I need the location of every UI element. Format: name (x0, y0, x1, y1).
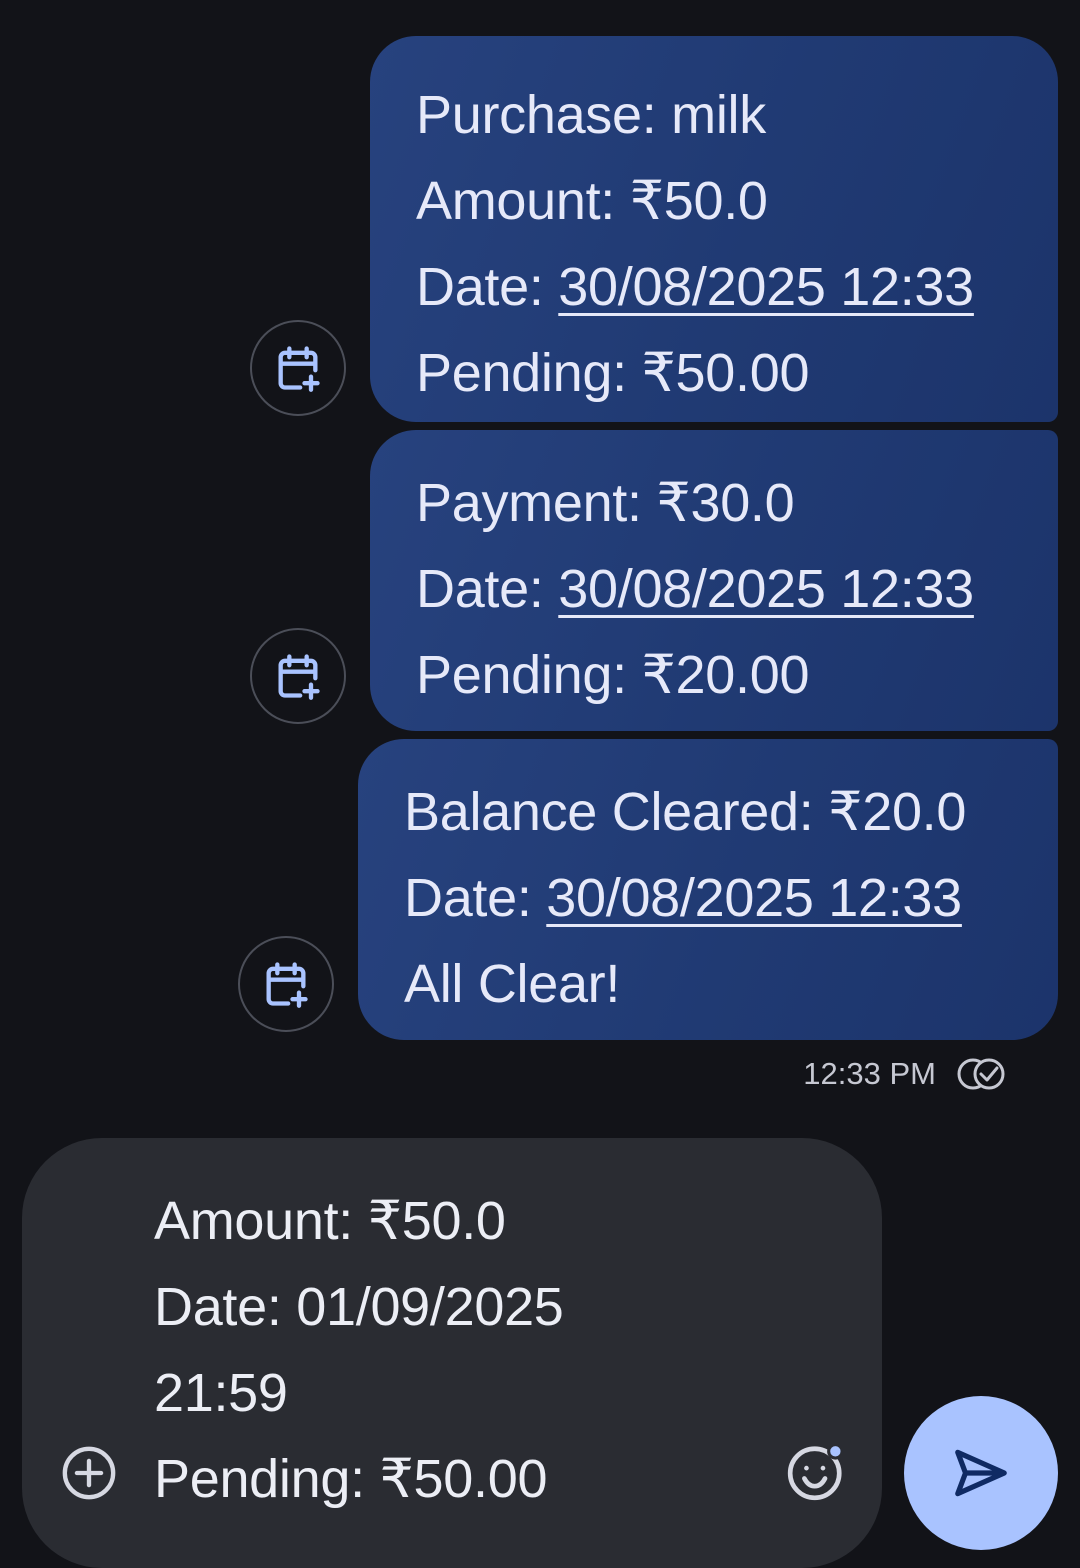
message-time: 12:33 PM (803, 1056, 936, 1091)
message-line: Date: 30/08/2025 12:33 (404, 855, 1058, 941)
message-bubble[interactable]: Purchase: milk Amount: ₹50.0 Date: 30/08… (370, 36, 1058, 422)
add-to-calendar-button[interactable] (238, 936, 334, 1032)
message-line: Payment: ₹30.0 (416, 473, 795, 533)
message-line: Purchase: milk (416, 85, 766, 145)
message-bubble[interactable]: Payment: ₹30.0 Date: 30/08/2025 12:33 Pe… (370, 430, 1058, 731)
attach-button[interactable] (58, 1442, 120, 1504)
message-line: Pending: ₹20.00 (416, 645, 810, 705)
date-link[interactable]: 30/08/2025 12:33 (558, 257, 974, 317)
input-line: Date: 01/09/2025 (154, 1277, 564, 1337)
message-line: Date: 30/08/2025 12:33 (416, 244, 1058, 330)
compose-box[interactable]: Amount: ₹50.0 Date: 01/09/2025 21:59 Pen… (22, 1138, 882, 1568)
input-line: Pending: ₹50.00 (154, 1449, 548, 1509)
calendar-add-icon (278, 346, 320, 392)
calendar-add-icon (278, 654, 320, 700)
emoji-icon (787, 1443, 844, 1501)
message-line: Pending: ₹50.00 (416, 343, 810, 403)
date-label: Date: (416, 559, 559, 619)
date-link[interactable]: 30/08/2025 12:33 (558, 559, 974, 619)
emoji-button[interactable] (784, 1440, 848, 1504)
send-icon (955, 1449, 1007, 1497)
message-bubble[interactable]: Balance Cleared: ₹20.0 Date: 30/08/2025 … (358, 739, 1058, 1040)
add-circle-icon (62, 1446, 116, 1500)
date-link[interactable]: 30/08/2025 12:33 (546, 868, 962, 928)
send-button[interactable] (904, 1396, 1058, 1550)
add-to-calendar-button[interactable] (250, 320, 346, 416)
add-to-calendar-button[interactable] (250, 628, 346, 724)
message-line: Date: 30/08/2025 12:33 (416, 546, 1058, 632)
date-label: Date: (404, 868, 547, 928)
message-line: Amount: ₹50.0 (416, 171, 768, 231)
read-receipt-icon (957, 1058, 1005, 1090)
message-status: 12:33 PM (803, 1052, 1008, 1096)
message-line: Balance Cleared: ₹20.0 (404, 782, 967, 842)
calendar-add-icon (266, 962, 308, 1008)
message-input[interactable]: Amount: ₹50.0 Date: 01/09/2025 21:59 Pen… (154, 1178, 564, 1522)
input-line: Amount: ₹50.0 (154, 1191, 506, 1251)
message-line: All Clear! (404, 954, 621, 1014)
input-line: 21:59 (154, 1363, 288, 1423)
date-label: Date: (416, 257, 559, 317)
